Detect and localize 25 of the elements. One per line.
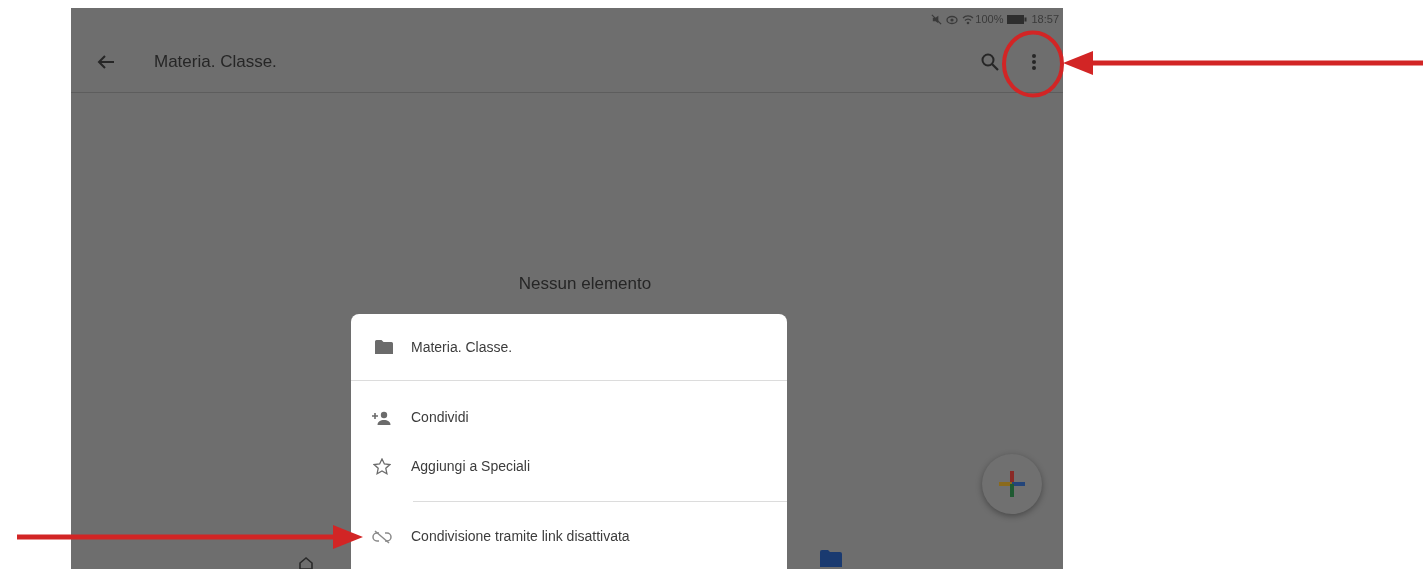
mute-icon [931,14,943,25]
folder-icon [375,340,393,354]
folder-icon[interactable] [820,550,842,567]
add-person-icon [372,410,392,425]
eye-icon [946,14,959,25]
sheet-title: Materia. Classe. [411,337,513,357]
wifi-icon [962,14,975,25]
back-arrow-icon[interactable] [97,53,115,70]
star-icon [373,458,391,475]
annotation-circle [1001,30,1065,98]
search-icon[interactable] [981,52,999,71]
menu-item[interactable]: Condividi [351,393,787,442]
floating-action-button[interactable] [982,454,1042,514]
more-options-icon[interactable] [1031,52,1037,71]
menu-item-label: Aggiungi a Speciali [411,457,531,476]
menu-item[interactable]: Condivisione tramite link disattivata [351,512,787,561]
link-off-icon [372,529,392,544]
menu-item-label: Condivisione tramite link disattivata [411,527,630,546]
home-icon[interactable] [299,557,313,569]
menu-item[interactable]: Aggiungi a Speciali [351,442,787,491]
battery-icon [1007,15,1028,24]
empty-state-message: Nessun elemento [518,273,652,295]
folder-title: Materia. Classe. [154,50,278,73]
menu-item-label: Condividi [411,408,469,427]
plus-icon [999,471,1025,497]
